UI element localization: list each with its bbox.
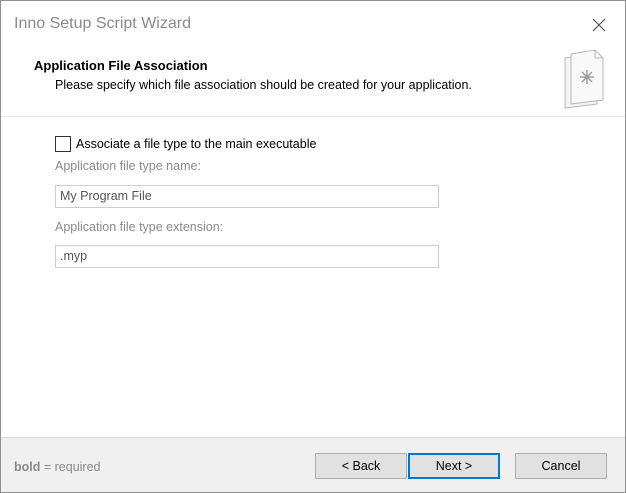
- button-bar: bold = required < Back Next > Cancel: [1, 437, 625, 492]
- header-divider: [1, 116, 625, 117]
- close-icon: [592, 18, 606, 32]
- associate-checkbox-label: Associate a file type to the main execut…: [76, 137, 317, 151]
- file-type-extension-label: Application file type extension:: [55, 220, 224, 234]
- title-bar: Inno Setup Script Wizard: [1, 1, 625, 49]
- page-title: Application File Association: [34, 58, 208, 73]
- required-hint-text: = required: [40, 460, 101, 474]
- next-button[interactable]: Next >: [408, 453, 500, 479]
- window-title: Inno Setup Script Wizard: [14, 15, 191, 32]
- cancel-button[interactable]: Cancel: [515, 453, 607, 479]
- back-button[interactable]: < Back: [315, 453, 407, 479]
- required-hint-bold: bold: [14, 460, 41, 474]
- required-hint: bold = required: [14, 460, 101, 474]
- file-type-name-label: Application file type name:: [55, 159, 201, 173]
- close-button[interactable]: [581, 8, 617, 42]
- file-type-extension-field[interactable]: .myp: [55, 245, 439, 268]
- document-icon: [564, 49, 604, 109]
- page-subtitle: Please specify which file association sh…: [55, 78, 472, 92]
- associate-checkbox-row[interactable]: Associate a file type to the main execut…: [55, 135, 316, 153]
- associate-checkbox[interactable]: [55, 136, 71, 152]
- file-type-name-field[interactable]: My Program File: [55, 185, 439, 208]
- wizard-window: Inno Setup Script Wizard Application Fil…: [0, 0, 626, 493]
